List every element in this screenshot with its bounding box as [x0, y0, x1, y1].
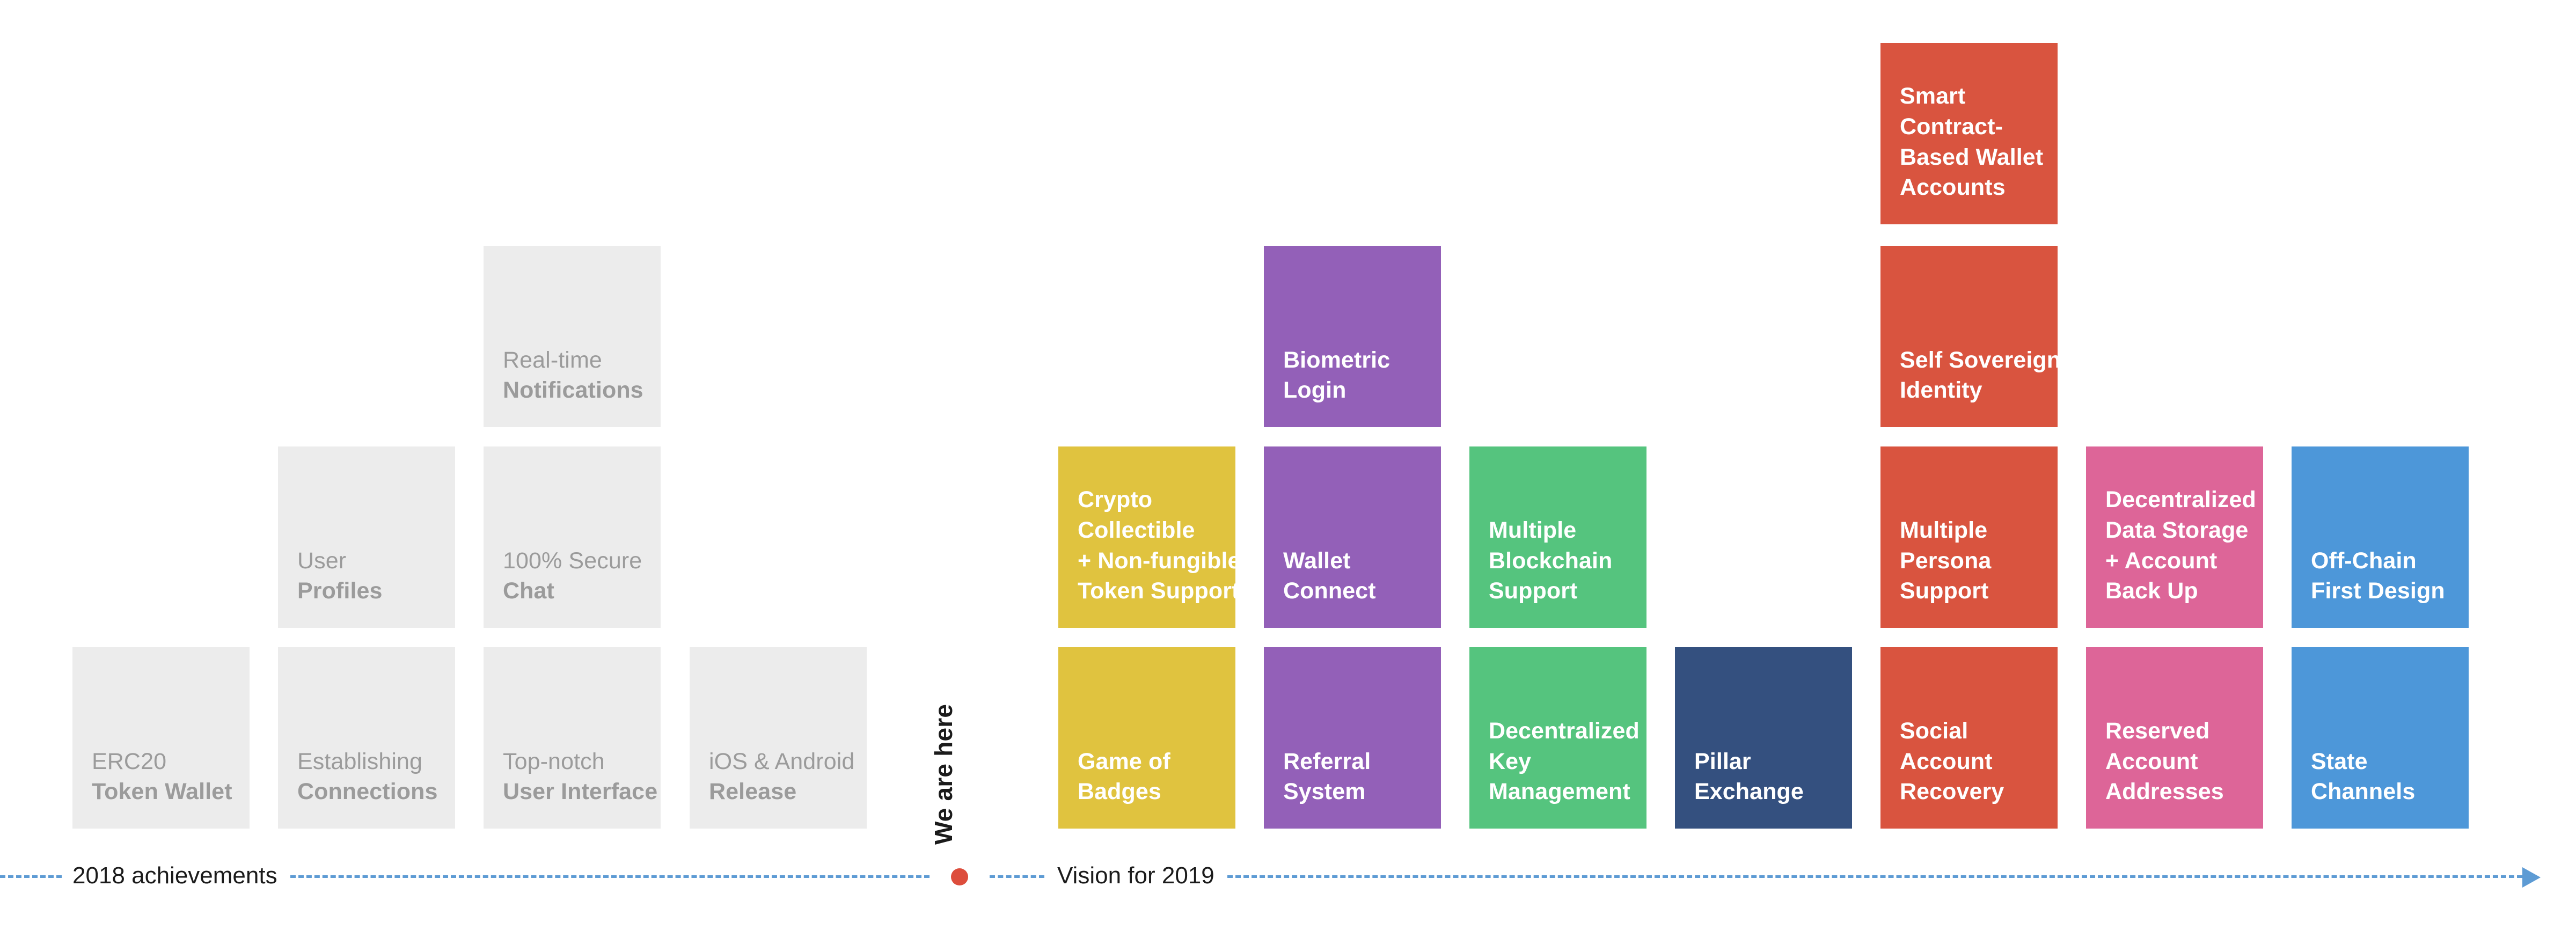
roadmap-card-line: Exchange [1694, 779, 1804, 805]
current-position-dot [951, 868, 968, 885]
roadmap-card-line: Social [1900, 717, 1968, 744]
roadmap-card-line: Self Sovereign [1900, 347, 2058, 373]
roadmap-card-line: Key [1489, 748, 1532, 774]
roadmap-card-line: Management [1489, 779, 1630, 805]
roadmap-card-line: Based Wallet [1900, 144, 2044, 170]
roadmap-card-erc20-token-wallet: ERC20 Token Wallet [72, 647, 250, 829]
roadmap-card-line: State [2311, 748, 2368, 774]
roadmap-card-line: Pillar [1694, 748, 1751, 774]
roadmap-card-establishing-connections: Establishing Connections [278, 647, 455, 829]
roadmap-card-decentralized-data-storage-account-backup: Decentralized Data Storage + Account Back U… [2086, 446, 2263, 628]
roadmap-card-user-profiles: User Profiles [278, 446, 455, 628]
roadmap-card-line: 100% Secure [503, 547, 642, 574]
roadmap-card-line: Account [1900, 748, 1993, 774]
roadmap-card-line: Token Support [1078, 578, 1235, 604]
roadmap-card-line: + Account [2105, 547, 2218, 574]
roadmap-card-line: Badges [1078, 779, 1161, 805]
roadmap-card-100-percent-secure-chat: 100% Secure Chat [484, 446, 661, 628]
roadmap-card-line: Support [1489, 578, 1578, 604]
roadmap-card-line: Release [709, 779, 797, 805]
roadmap-card-line: iOS & Android [709, 748, 855, 774]
roadmap-card-line: Channels [2311, 779, 2416, 805]
roadmap-card-line: Token Wallet [92, 779, 232, 805]
roadmap-card-line: Connect [1283, 578, 1376, 604]
roadmap-card-line: Multiple [1489, 517, 1577, 543]
roadmap-card-line: Decentralized [1489, 717, 1640, 744]
roadmap-card-line: Profiles [297, 578, 383, 604]
roadmap-card-multiple-persona-support: Multiple Persona Support [1880, 446, 2058, 628]
roadmap-card-line: Support [1900, 578, 1989, 604]
roadmap-card-social-account-recovery: Social Account Recovery [1880, 647, 2058, 829]
roadmap-card-line: Account [2105, 748, 2198, 774]
timeline-dashes-past [0, 875, 62, 878]
timeline-label-future: Vision for 2019 [1057, 862, 1214, 889]
roadmap-card-wallet-connect: Wallet Connect [1264, 446, 1441, 628]
roadmap-card-line: Chat [503, 578, 554, 604]
roadmap-card-line: Top-notch [503, 748, 605, 774]
timeline-arrow-icon [2522, 867, 2541, 888]
roadmap-card-referral-system: Referral System [1264, 647, 1441, 829]
roadmap-card-line: Establishing [297, 748, 423, 774]
roadmap-card-decentralized-key-management: Decentralized Key Management [1469, 647, 1646, 829]
roadmap-card-line: First Design [2311, 578, 2445, 604]
roadmap-card-line: Data Storage [2105, 517, 2249, 543]
timeline-dashes-future [1227, 875, 2522, 878]
roadmap-card-line: Crypto [1078, 487, 1153, 512]
roadmap-card-line: Biometric [1283, 347, 1391, 373]
roadmap-card-line: User [297, 547, 347, 574]
timeline-dashes-mid [990, 875, 1044, 878]
roadmap-card-line: Contract- [1900, 113, 2003, 140]
roadmap-card-line: Wallet [1283, 547, 1351, 574]
roadmap-card-ios-android-release: iOS & Android Release [690, 647, 867, 829]
roadmap-card-line: User Interface [503, 779, 658, 805]
timeline-dashes-past-right [290, 875, 930, 878]
roadmap-card-real-time-notifications: Real-time Notifications [484, 246, 661, 427]
roadmap-card-line: Blockchain [1489, 547, 1613, 574]
roadmap-card-crypto-collectible-nft-support: Crypto Collectible + Non-fungible Token Sup… [1058, 446, 1235, 628]
roadmap-card-game-of-badges: Game of Badges [1058, 647, 1235, 829]
roadmap-card-line: Real-time [503, 347, 602, 373]
roadmap-card-pillar-exchange: Pillar Exchange [1675, 647, 1852, 829]
roadmap-card-line: Reserved [2105, 717, 2210, 744]
roadmap-card-line: System [1283, 779, 1366, 805]
timeline: 2018 achievements Vision for 2019 [0, 861, 2576, 904]
roadmap-card-line: Referral [1283, 748, 1371, 774]
timeline-label-past: 2018 achievements [72, 862, 277, 889]
roadmap-card-line: Addresses [2105, 779, 2224, 805]
roadmap-card-line: Game of [1078, 748, 1170, 774]
roadmap-card-line: Off-Chain [2311, 547, 2417, 574]
roadmap-card-line: Back Up [2105, 578, 2198, 604]
roadmap-card-line: Persona [1900, 547, 1992, 574]
roadmap-card-line: Accounts [1900, 174, 2006, 201]
roadmap-card-biometric-login: Biometric Login [1264, 246, 1441, 427]
roadmap-canvas: ERC20 Token Wallet Establishing Connections… [0, 0, 2576, 952]
roadmap-card-smart-contract-based-wallet-accounts: Smart Contract- Based Wallet Accounts [1880, 43, 2058, 224]
roadmap-card-line: Connections [297, 779, 438, 805]
roadmap-card-line: Smart [1900, 83, 1966, 109]
roadmap-card-reserved-account-addresses: Reserved Account Addresses [2086, 647, 2263, 829]
roadmap-card-line: Recovery [1900, 779, 2004, 805]
roadmap-card-line: Login [1283, 377, 1346, 404]
roadmap-card-multiple-blockchain-support: Multiple Blockchain Support [1469, 446, 1646, 628]
roadmap-card-line: Identity [1900, 377, 1982, 404]
roadmap-card-line: Multiple [1900, 517, 1988, 543]
roadmap-card-self-sovereign-identity: Self Sovereign Identity [1880, 246, 2058, 427]
we-are-here-label: We are here [930, 704, 957, 845]
roadmap-card-line: Notifications [503, 377, 643, 404]
roadmap-card-line: + Non-fungible [1078, 547, 1235, 574]
roadmap-card-line: ERC20 [92, 748, 167, 774]
roadmap-card-off-chain-first-design: Off-Chain First Design [2292, 446, 2469, 628]
roadmap-card-line: Collectible [1078, 517, 1195, 543]
roadmap-card-top-notch-user-interface: Top-notch User Interface [484, 647, 661, 829]
roadmap-card-line: Decentralized [2105, 487, 2256, 512]
roadmap-card-state-channels: State Channels [2292, 647, 2469, 829]
